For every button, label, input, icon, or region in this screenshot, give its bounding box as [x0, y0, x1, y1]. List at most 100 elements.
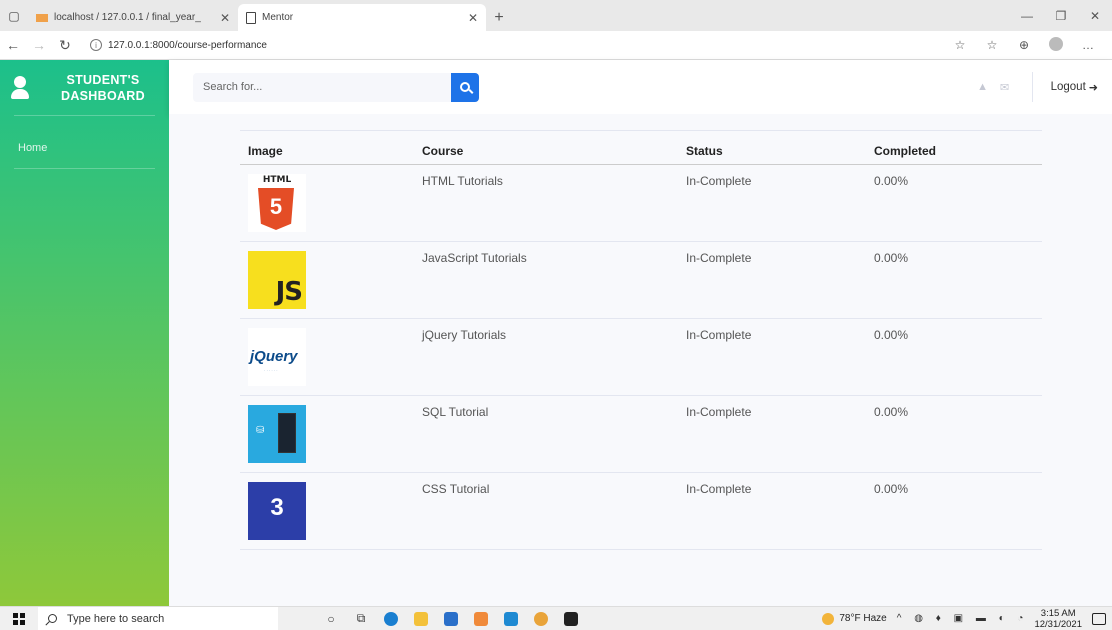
chrome-icon[interactable] — [526, 607, 556, 630]
table-header-row: Image Course Status Completed — [240, 130, 1042, 165]
edge-icon[interactable] — [376, 607, 406, 630]
logout-label: Logout — [1050, 81, 1086, 93]
terminal-icon[interactable] — [556, 607, 586, 630]
clock-date: 12/31/2021 — [1034, 618, 1082, 630]
profile-icon[interactable] — [1040, 36, 1072, 54]
status-cell: In-Complete — [678, 395, 866, 473]
browser-tab-mentor[interactable]: Mentor ✕ — [238, 4, 486, 31]
course-cell: CSS Tutorial — [414, 472, 678, 550]
url-field[interactable]: i 127.0.0.1:8000/course-performance — [90, 39, 944, 51]
clock[interactable]: 3:15 AM 12/31/2021 — [1034, 608, 1082, 630]
bell-icon[interactable]: ▲ — [972, 81, 994, 93]
sidebar: STUDENT'S DASHBOARD Home — [0, 60, 169, 606]
image-cell: jQuery · · · · · · — [240, 318, 414, 396]
forward-icon[interactable]: → — [26, 37, 52, 53]
search-icon — [48, 614, 57, 623]
main-content: Image Course Status Completed HTML 5 HTM… — [169, 114, 1112, 606]
column-header-course: Course — [414, 130, 678, 165]
minimize-icon[interactable]: — — [1010, 0, 1044, 31]
sidebar-brand[interactable]: STUDENT'S DASHBOARD — [0, 60, 169, 115]
search-group — [193, 72, 479, 102]
read-aloud-icon[interactable]: ☆ — [944, 38, 976, 52]
clock-time: 3:15 AM — [1040, 607, 1076, 619]
brand-line-2: DASHBOARD — [61, 88, 145, 103]
status-cell: In-Complete — [678, 241, 866, 319]
search-input[interactable] — [193, 72, 451, 102]
course-cell: JavaScript Tutorials — [414, 241, 678, 319]
image-cell: ⛁ — [240, 395, 414, 473]
table-row: JS JavaScript Tutorials In-Complete 0.00… — [240, 241, 1042, 319]
completed-cell: 0.00% — [866, 241, 1042, 319]
close-tab-icon[interactable]: ✕ — [220, 11, 230, 25]
restore-icon[interactable]: ❐ — [1044, 0, 1078, 31]
collections-icon[interactable]: ⊕ — [1008, 38, 1040, 52]
url-text: 127.0.0.1:8000/course-performance — [108, 39, 267, 51]
system-tray: 78°F Haze ^ ◍ ♦ ▣ ▬ ◐ ◔ 3:15 AM 12/31/20… — [822, 608, 1112, 630]
table-row: ⛁ SQL Tutorial In-Complete 0.00% — [240, 395, 1042, 473]
status-cell: In-Complete — [678, 164, 866, 242]
table-row: HTML 5 HTML Tutorials In-Complete 0.00% — [240, 164, 1042, 242]
column-header-completed: Completed — [866, 130, 1042, 165]
new-tab-icon[interactable]: + — [486, 4, 512, 31]
jquery-logo-icon: jQuery · · · · · · — [248, 328, 306, 386]
vscode-icon[interactable] — [496, 607, 526, 630]
completed-cell: 0.00% — [866, 395, 1042, 473]
column-header-image: Image — [240, 130, 414, 165]
page-favicon-icon — [246, 11, 256, 24]
image-cell: 3 — [240, 472, 414, 550]
thumb-label: HTML — [262, 175, 292, 185]
topbar: ▲ ✉ Logout ➜ — [169, 60, 1112, 114]
column-header-status: Status — [678, 130, 866, 165]
file-explorer-icon[interactable] — [406, 607, 436, 630]
sql-thumbnail-icon: ⛁ — [248, 405, 306, 463]
search-icon — [460, 82, 470, 92]
close-window-icon[interactable]: ✕ — [1078, 0, 1112, 31]
taskbar-search-placeholder: Type here to search — [67, 612, 165, 625]
close-tab-icon[interactable]: ✕ — [468, 11, 478, 25]
weather-icon — [822, 612, 835, 625]
course-performance-table: Image Course Status Completed HTML 5 HTM… — [240, 130, 1042, 550]
favorites-icon[interactable]: ☆ — [976, 38, 1008, 52]
browser-tab-phpmyadmin[interactable]: localhost / 127.0.0.1 / final_year_ ✕ — [28, 4, 238, 31]
xampp-icon[interactable] — [466, 607, 496, 630]
table-row: 3 CSS Tutorial In-Complete 0.00% — [240, 472, 1042, 550]
envelope-icon[interactable]: ✉ — [994, 81, 1016, 94]
status-cell: In-Complete — [678, 472, 866, 550]
task-view-icon[interactable]: ⧉ — [346, 607, 376, 630]
thumb-label: jQuery — [250, 348, 298, 365]
back-icon[interactable]: ← — [0, 37, 26, 53]
javascript-logo-icon: JS — [248, 251, 306, 309]
cortana-icon[interactable]: ○ — [316, 607, 346, 630]
course-cell: SQL Tutorial — [414, 395, 678, 473]
more-menu-icon[interactable]: … — [1072, 38, 1104, 52]
window-controls: — ❐ ✕ — [1010, 0, 1112, 31]
site-info-icon[interactable]: i — [90, 39, 102, 51]
tab-actions-icon[interactable]: ▢ — [0, 0, 28, 31]
browser-tab-bar: ▢ localhost / 127.0.0.1 / final_year_ ✕ … — [0, 0, 1112, 31]
tray-icons[interactable]: ^ ◍ ♦ ▣ ▬ ◐ ◔ — [897, 613, 1029, 624]
notifications-icon[interactable] — [1092, 612, 1106, 625]
sidebar-divider — [14, 168, 155, 169]
image-cell: JS — [240, 241, 414, 319]
taskbar-search[interactable]: Type here to search — [38, 606, 278, 630]
completed-cell: 0.00% — [866, 318, 1042, 396]
brand-line-1: STUDENT'S — [66, 72, 140, 87]
sidebar-item-home[interactable]: Home — [0, 116, 169, 168]
table-row: jQuery · · · · · · jQuery Tutorials In-C… — [240, 318, 1042, 396]
search-button[interactable] — [451, 72, 479, 102]
topbar-divider — [1031, 72, 1033, 102]
css3-thumbnail-icon: 3 — [248, 482, 306, 540]
completed-cell: 0.00% — [866, 472, 1042, 550]
weather-text[interactable]: 78°F Haze — [839, 613, 886, 624]
thumb-label: JS — [275, 277, 303, 307]
xampp-favicon-icon — [36, 13, 48, 22]
refresh-icon[interactable]: ↻ — [52, 37, 78, 54]
mail-icon[interactable] — [436, 607, 466, 630]
tab-title: Mentor — [262, 12, 294, 23]
tab-title: localhost / 127.0.0.1 / final_year_ — [54, 12, 201, 23]
address-bar: ← → ↻ i 127.0.0.1:8000/course-performanc… — [0, 31, 1112, 60]
windows-start-icon[interactable] — [0, 612, 38, 625]
brand-title: STUDENT'S DASHBOARD — [48, 72, 158, 104]
windows-taskbar: Type here to search ○ ⧉ 78°F Haze ^ ◍ ♦ … — [0, 606, 1112, 630]
logout-button[interactable]: Logout ➜ — [1051, 81, 1098, 94]
